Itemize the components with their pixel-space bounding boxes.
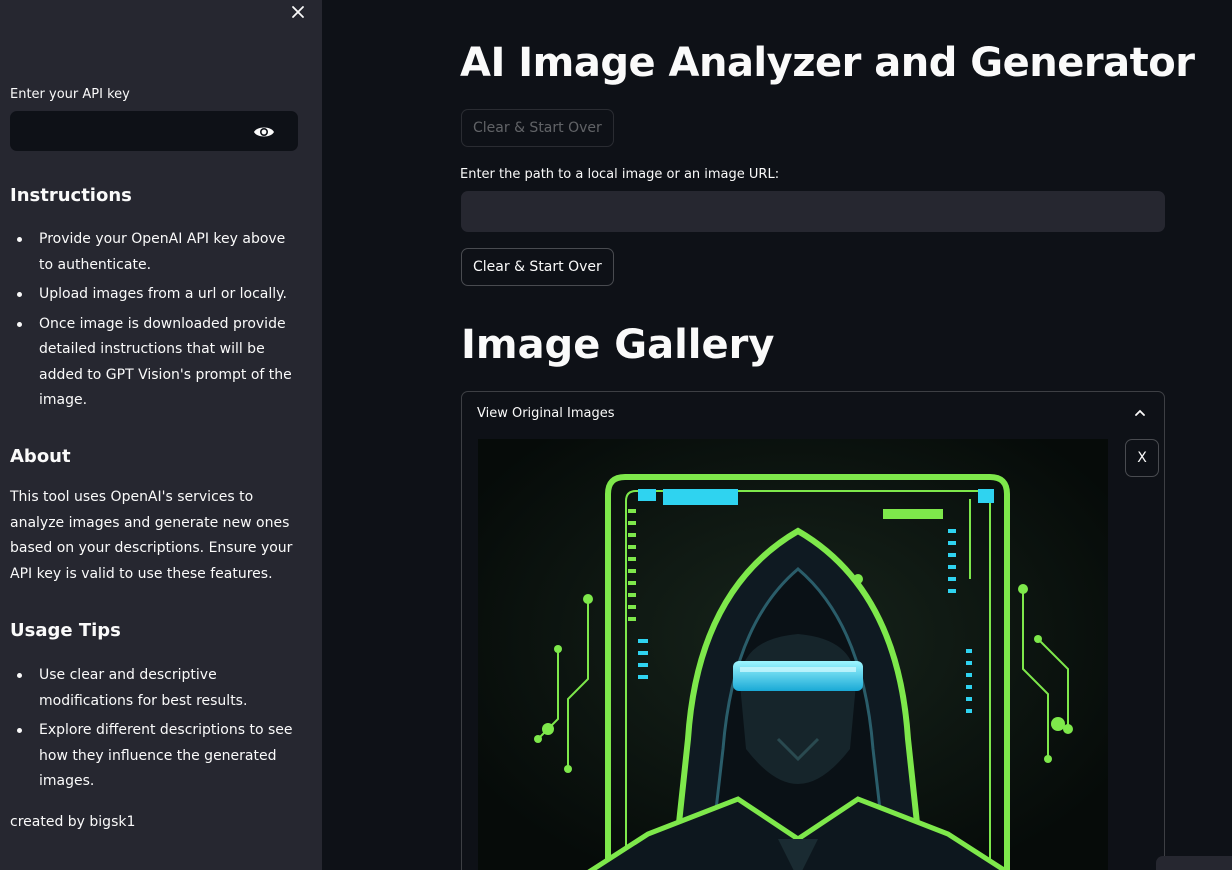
instructions-heading: Instructions xyxy=(10,185,132,206)
main-content: AI Image Analyzer and Generator Clear & … xyxy=(322,0,1232,870)
status-widget xyxy=(1156,856,1232,870)
sidebar: Enter your API key Instructions Provide … xyxy=(0,0,322,870)
clear-start-over-button-disabled[interactable]: Clear & Start Over xyxy=(461,109,614,147)
list-item: Provide your OpenAI API key above to aut… xyxy=(10,227,300,278)
clear-start-over-button[interactable]: Clear & Start Over xyxy=(461,248,614,286)
list-item: Use clear and descriptive modifications … xyxy=(10,663,300,714)
api-key-label: Enter your API key xyxy=(10,87,130,102)
instructions-list: Provide your OpenAI API key above to aut… xyxy=(10,227,300,418)
page-title: AI Image Analyzer and Generator xyxy=(460,40,1195,86)
list-item: Explore different descriptions to see ho… xyxy=(10,718,300,795)
list-item: Once image is downloaded provide detaile… xyxy=(10,312,300,414)
image-path-label: Enter the path to a local image or an im… xyxy=(460,167,780,182)
usage-tips-heading: Usage Tips xyxy=(10,620,121,641)
image-path-input[interactable] xyxy=(461,191,1165,232)
usage-tips-list: Use clear and descriptive modifications … xyxy=(10,663,300,799)
gallery-image xyxy=(478,439,1108,870)
expander-header[interactable]: View Original Images xyxy=(477,406,614,421)
api-key-input[interactable] xyxy=(10,111,298,151)
chevron-up-icon[interactable] xyxy=(1133,406,1147,420)
about-text: This tool uses OpenAI's services to anal… xyxy=(10,489,293,582)
footer-credit: created by bigsk1 xyxy=(10,814,136,830)
remove-image-button[interactable]: X xyxy=(1125,439,1159,477)
list-item: Upload images from a url or locally. xyxy=(10,282,300,308)
close-sidebar-button[interactable] xyxy=(286,0,310,24)
original-images-expander: View Original Images X xyxy=(461,391,1165,870)
gallery-title: Image Gallery xyxy=(461,322,775,368)
about-heading: About xyxy=(10,446,71,467)
eye-icon[interactable] xyxy=(253,123,275,141)
close-icon xyxy=(292,6,304,18)
hooded-hacker-illustration xyxy=(478,439,1108,870)
